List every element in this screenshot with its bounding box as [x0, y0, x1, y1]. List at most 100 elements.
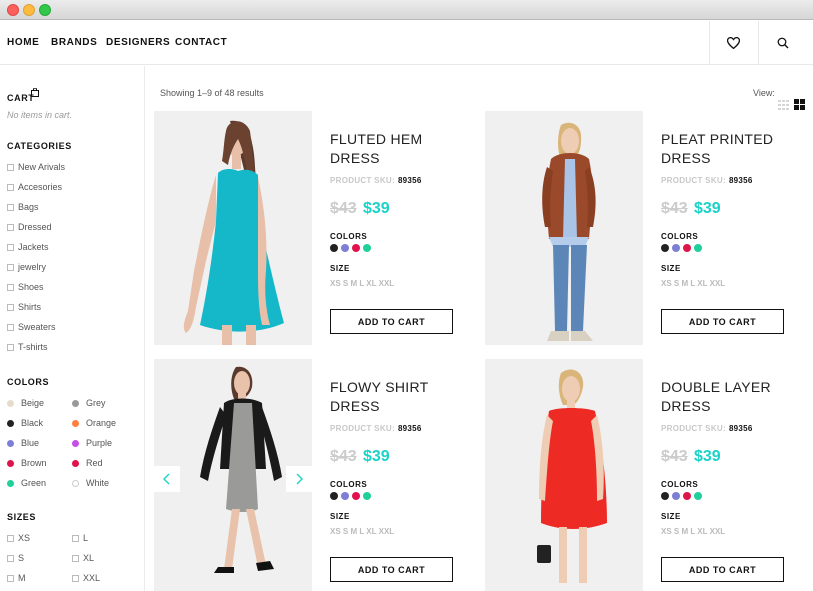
- color-filter[interactable]: Red: [72, 457, 103, 469]
- color-filter[interactable]: Orange: [72, 417, 116, 429]
- checkbox[interactable]: [7, 574, 14, 582]
- category-filter[interactable]: Sweaters: [7, 321, 56, 333]
- size-label: S: [18, 553, 25, 563]
- product-title[interactable]: DOUBLE LAYER DRESS: [661, 378, 791, 416]
- sale-price: $39: [694, 200, 721, 217]
- product-sku: PRODUCT SKU: 89356: [330, 176, 422, 185]
- add-to-cart-button[interactable]: ADD TO CART: [330, 309, 453, 334]
- search-button[interactable]: [758, 21, 806, 65]
- sku-value: 89356: [728, 176, 753, 185]
- category-filter[interactable]: T-shirts: [7, 341, 48, 353]
- checkbox[interactable]: [7, 323, 14, 331]
- color-filter[interactable]: White: [72, 477, 109, 489]
- size-filter[interactable]: L: [72, 532, 88, 544]
- checkbox[interactable]: [7, 554, 14, 562]
- checkbox[interactable]: [7, 243, 14, 251]
- carousel-prev-button[interactable]: [154, 466, 180, 492]
- color-swatch[interactable]: [341, 492, 349, 500]
- color-swatch[interactable]: [341, 244, 349, 252]
- category-label: Dressed: [18, 222, 52, 232]
- size-filter[interactable]: S: [7, 552, 24, 564]
- category-label: T-shirts: [18, 342, 48, 352]
- color-swatch[interactable]: [694, 244, 702, 252]
- size-filter[interactable]: M: [7, 572, 26, 584]
- carousel-next-button[interactable]: [286, 466, 312, 492]
- checkbox[interactable]: [72, 534, 79, 542]
- nav-brands[interactable]: BRANDS: [51, 37, 97, 48]
- color-swatch[interactable]: [330, 244, 338, 252]
- zoom-window-button[interactable]: [39, 4, 51, 16]
- size-options: XS S M L XL XXL: [661, 279, 726, 288]
- checkbox[interactable]: [7, 263, 14, 271]
- category-filter[interactable]: New Arivals: [7, 161, 65, 173]
- category-filter[interactable]: Accesories: [7, 181, 62, 193]
- color-swatch[interactable]: [363, 244, 371, 252]
- color-swatch[interactable]: [661, 244, 669, 252]
- color-label: Orange: [86, 418, 117, 428]
- color-filter[interactable]: Grey: [72, 397, 106, 409]
- category-filter[interactable]: jewelry: [7, 261, 46, 273]
- color-filter[interactable]: Blue: [7, 437, 39, 449]
- product-title[interactable]: PLEAT PRINTED DRESS: [661, 130, 791, 168]
- checkbox[interactable]: [7, 343, 14, 351]
- checkbox[interactable]: [7, 203, 14, 211]
- color-swatch[interactable]: [672, 244, 680, 252]
- add-to-cart-button[interactable]: ADD TO CART: [330, 557, 453, 582]
- color-swatch[interactable]: [694, 492, 702, 500]
- checkbox[interactable]: [7, 163, 14, 171]
- checkbox[interactable]: [7, 223, 14, 231]
- checkbox[interactable]: [7, 283, 14, 291]
- color-swatch[interactable]: [363, 492, 371, 500]
- color-filter[interactable]: Black: [7, 417, 43, 429]
- color-swatch[interactable]: [683, 244, 691, 252]
- category-filter[interactable]: Jackets: [7, 241, 49, 253]
- color-filter[interactable]: Green: [7, 477, 46, 489]
- product-image[interactable]: [154, 111, 312, 345]
- close-window-button[interactable]: [7, 4, 19, 16]
- view-label: View:: [753, 88, 775, 98]
- product-title[interactable]: FLUTED HEM DRESS: [330, 130, 460, 168]
- grid-view-icon[interactable]: [794, 99, 805, 110]
- color-swatch[interactable]: [330, 492, 338, 500]
- color-label: Beige: [21, 398, 45, 408]
- checkbox[interactable]: [72, 574, 79, 582]
- color-swatch[interactable]: [352, 244, 360, 252]
- color-swatch[interactable]: [661, 492, 669, 500]
- category-filter[interactable]: Shirts: [7, 301, 41, 313]
- color-swatch[interactable]: [683, 492, 691, 500]
- add-to-cart-button[interactable]: ADD TO CART: [661, 557, 784, 582]
- colors-label: COLORS: [330, 232, 368, 241]
- category-filter[interactable]: Dressed: [7, 221, 52, 233]
- nav-contact[interactable]: CONTACT: [175, 37, 227, 48]
- product-image[interactable]: [485, 359, 643, 591]
- category-filter[interactable]: Bags: [7, 201, 39, 213]
- categories-title: CATEGORIES: [7, 141, 72, 151]
- checkbox[interactable]: [7, 534, 14, 542]
- category-filter[interactable]: Shoes: [7, 281, 44, 293]
- add-to-cart-button[interactable]: ADD TO CART: [661, 309, 784, 334]
- color-label: White: [86, 478, 110, 488]
- color-filter[interactable]: Beige: [7, 397, 44, 409]
- list-view-icon[interactable]: [778, 100, 789, 110]
- size-filter[interactable]: XL: [72, 552, 94, 564]
- checkbox[interactable]: [7, 183, 14, 191]
- color-label: Brown: [21, 458, 47, 468]
- minimize-window-button[interactable]: [23, 4, 35, 16]
- product-image[interactable]: [154, 359, 312, 591]
- color-filter[interactable]: Purple: [72, 437, 112, 449]
- size-filter[interactable]: XS: [7, 532, 30, 544]
- nav-home[interactable]: HOME: [7, 37, 39, 48]
- color-swatch[interactable]: [352, 492, 360, 500]
- wishlist-button[interactable]: [709, 21, 757, 65]
- product-image[interactable]: [485, 111, 643, 345]
- sale-price: $39: [363, 448, 390, 465]
- size-filter[interactable]: XXL: [72, 572, 100, 584]
- checkbox[interactable]: [7, 303, 14, 311]
- nav-designers[interactable]: DESIGNERS: [106, 37, 170, 48]
- color-swatch[interactable]: [672, 492, 680, 500]
- product-title[interactable]: FLOWY SHIRT DRESS: [330, 378, 460, 416]
- heart-icon: [727, 37, 740, 49]
- model-photo: [183, 120, 284, 345]
- color-filter[interactable]: Brown: [7, 457, 47, 469]
- checkbox[interactable]: [72, 554, 79, 562]
